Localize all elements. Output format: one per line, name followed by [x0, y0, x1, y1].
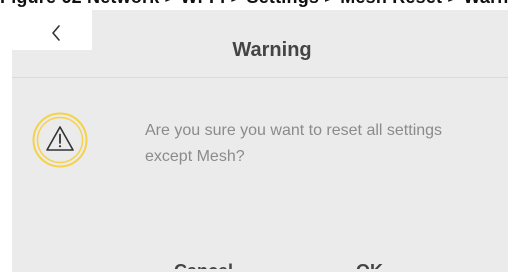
dialog-title: Warning [232, 39, 312, 61]
title-divider [12, 77, 508, 78]
figure-caption-text: Figure 62 Network > Wi-Fi > Settings > M… [0, 0, 508, 8]
action-button-labels: Cancel OK [174, 257, 414, 269]
cancel-button[interactable]: Cancel [174, 261, 233, 269]
ok-button[interactable]: OK [356, 261, 383, 269]
warning-triangle-icon [32, 112, 88, 168]
warning-dialog: Warning Are you sure you want to reset a… [12, 10, 508, 272]
warning-message: Are you sure you want to reset all setti… [145, 122, 443, 165]
figure-caption: Figure 62 Network > Wi-Fi > Settings > M… [0, 0, 508, 10]
